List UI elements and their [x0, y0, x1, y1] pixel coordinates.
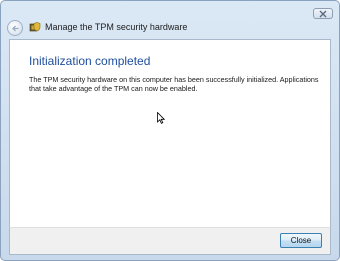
- content-panel: Initialization completed The TPM securit…: [9, 39, 331, 227]
- tpm-dialog-window: Manage the TPM security hardware Initial…: [0, 0, 340, 261]
- close-button[interactable]: Close: [280, 233, 322, 248]
- tpm-chip-shield-icon: [29, 22, 41, 32]
- status-message: The TPM security hardware on this comput…: [29, 75, 319, 93]
- back-arrow-icon: [12, 25, 19, 32]
- window-close-button[interactable]: [313, 8, 333, 19]
- page-heading: Initialization completed: [29, 54, 151, 68]
- mouse-cursor-icon: [157, 112, 165, 124]
- button-bar: Close: [9, 227, 331, 255]
- window-title: Manage the TPM security hardware: [45, 22, 188, 32]
- close-icon: [319, 10, 327, 18]
- title-bar: Manage the TPM security hardware: [1, 1, 339, 38]
- back-button[interactable]: [7, 20, 23, 36]
